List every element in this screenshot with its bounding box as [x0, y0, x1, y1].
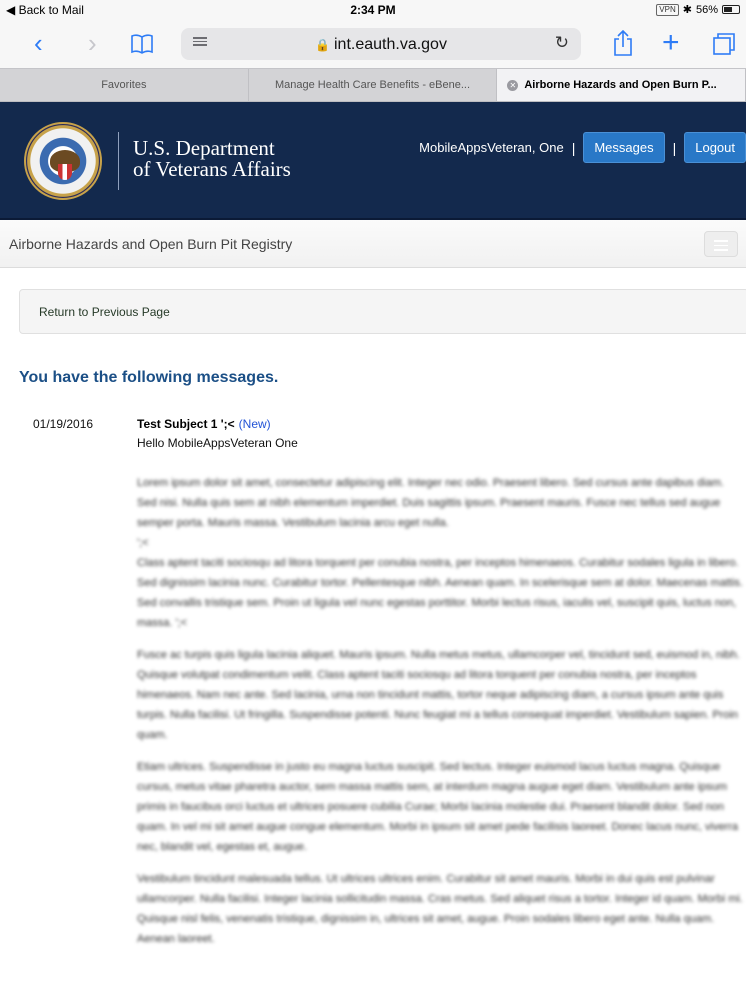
battery-percent: 56% [695, 3, 718, 16]
shield-icon [58, 164, 72, 180]
site-header: U.S. Department of Veterans Affairs Mobi… [0, 102, 746, 220]
return-to-previous-link[interactable]: Return to Previous Page [39, 305, 170, 319]
forward-icon[interactable]: › [88, 28, 97, 58]
message-paragraph: Class aptent taciti sociosqu ad litora t… [137, 557, 743, 629]
tabs-icon[interactable] [712, 32, 736, 62]
browser-tabs: Favorites Manage Health Care Benefits - … [0, 68, 746, 102]
separator: | [672, 139, 677, 156]
va-seal-logo [24, 122, 102, 200]
battery-icon [722, 5, 740, 14]
message-subject-text: Test Subject 1 ';< [137, 417, 235, 431]
message-paragraph: Fusce ac turpis quis ligula lacinia aliq… [137, 649, 740, 741]
logout-button[interactable]: Logout [684, 132, 746, 163]
tab-manage-health-care[interactable]: Manage Health Care Benefits - eBene... [249, 69, 498, 101]
browser-toolbar: ‹ › 🔒 int.eauth.va.gov ↻ + [0, 20, 746, 68]
url-text: 🔒 int.eauth.va.gov [181, 36, 581, 54]
message-body: Lorem ipsum dolor sit amet, consectetur … [137, 473, 743, 961]
message-subject[interactable]: Test Subject 1 ';< (New) [137, 417, 271, 431]
message-greeting: Hello MobileAppsVeteran One [137, 436, 298, 450]
brand-line-1: U.S. Department [133, 136, 275, 160]
bookmarks-icon[interactable] [130, 31, 154, 61]
tab-favorites[interactable]: Favorites [0, 69, 249, 101]
battery-level [724, 7, 732, 12]
tab-airborne-hazards[interactable]: ✕ Airborne Hazards and Open Burn P... [497, 69, 746, 101]
message-paragraph: Vestibulum tincidunt malesuada tellus. U… [137, 873, 743, 945]
close-tab-icon[interactable]: ✕ [507, 80, 519, 91]
new-tab-icon[interactable]: + [662, 28, 680, 58]
separator: | [571, 139, 576, 156]
vpn-icon: VPN [656, 3, 679, 16]
page-title: You have the following messages. [19, 369, 279, 386]
subnav-bar: Airborne Hazards and Open Burn Pit Regis… [0, 220, 746, 268]
message-paragraph: Lorem ipsum dolor sit amet, consectetur … [137, 477, 724, 529]
reload-icon[interactable]: ↻ [555, 33, 569, 53]
bluetooth-icon: ✱ [682, 4, 692, 16]
tab-label: Airborne Hazards and Open Burn P... [524, 79, 717, 91]
registry-title[interactable]: Airborne Hazards and Open Burn Pit Regis… [9, 236, 292, 252]
status-bar: ◀ Back to Mail 2:34 PM VPN ✱ 56% [0, 0, 746, 20]
user-name: MobileAppsVeteran, One [419, 140, 564, 155]
hamburger-menu-icon[interactable] [704, 231, 738, 257]
status-indicators: VPN ✱ 56% [656, 3, 740, 16]
share-icon[interactable] [613, 29, 633, 62]
tab-label: Favorites [101, 79, 147, 91]
brand-divider [118, 132, 119, 190]
new-badge: (New) [238, 417, 271, 431]
user-area: MobileAppsVeteran, One | Messages | Logo… [419, 132, 746, 163]
message-paragraph: ';< [137, 537, 149, 549]
message-paragraph: Etiam ultrices. Suspendisse in justo eu … [137, 761, 739, 853]
back-icon[interactable]: ‹ [34, 28, 43, 58]
lock-icon: 🔒 [315, 38, 330, 52]
url-value: int.eauth.va.gov [333, 36, 447, 53]
return-panel: Return to Previous Page [19, 289, 746, 334]
department-name: U.S. Department of Veterans Affairs [133, 138, 291, 180]
address-bar[interactable]: 🔒 int.eauth.va.gov ↻ [181, 28, 581, 60]
message-date: 01/19/2016 [33, 417, 94, 431]
status-time: 2:34 PM [350, 3, 396, 17]
tab-label: Manage Health Care Benefits - eBene... [274, 79, 471, 91]
brand-line-2: of Veterans Affairs [133, 157, 291, 181]
messages-button[interactable]: Messages [583, 132, 665, 163]
